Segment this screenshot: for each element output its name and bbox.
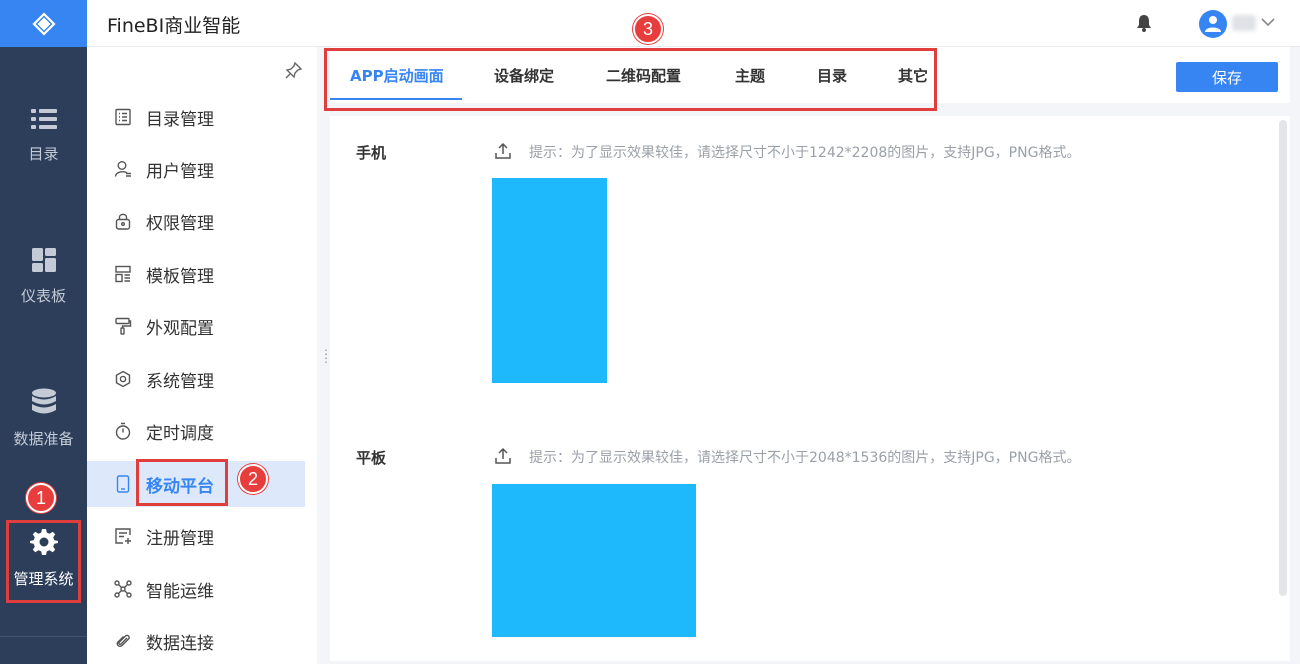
subnav-item-data-connection[interactable]: 数据连接 [87, 618, 305, 664]
list-icon [30, 109, 57, 129]
subnav-item-label: 数据连接 [146, 633, 214, 654]
subnav-item-user-mgmt[interactable]: 用户管理 [87, 146, 305, 192]
app-title: FineBI商业智能 [107, 15, 241, 37]
logo[interactable] [0, 0, 87, 47]
sub-sidebar: 目录管理 用户管理 权限管理 模板管理 外观配置 系统管理 定时调度 移动平台 … [87, 47, 317, 664]
annotation-box-admin [6, 520, 81, 603]
subnav-item-template-mgmt[interactable]: 模板管理 [87, 251, 305, 297]
upload-icon[interactable] [494, 447, 512, 465]
settings-icon [115, 370, 131, 388]
top-header: FineBI商业智能 [87, 0, 1300, 47]
subnav-item-appearance[interactable]: 外观配置 [87, 303, 305, 349]
subnav-item-system-mgmt[interactable]: 系统管理 [87, 356, 305, 402]
username-redacted [1232, 15, 1256, 31]
scrollbar[interactable] [1279, 120, 1287, 596]
phone-splash-preview[interactable] [492, 178, 607, 383]
subnav-item-label: 用户管理 [146, 161, 214, 182]
upload-icon[interactable] [494, 142, 512, 160]
rail-item-label: 数据准备 [13, 430, 74, 448]
annotation-badge-2: 2 [238, 464, 268, 494]
chevron-down-icon[interactable] [1261, 17, 1275, 27]
annotation-box-tabs [324, 48, 937, 111]
subnav-item-label: 外观配置 [146, 318, 214, 339]
tablet-label: 平板 [356, 449, 387, 467]
subnav-item-label: 系统管理 [146, 371, 214, 392]
rail-item-dashboard[interactable]: 仪表板 [0, 247, 87, 306]
subnav-item-label: 注册管理 [146, 528, 214, 549]
rail-item-catalog[interactable]: 目录 [0, 107, 87, 164]
subnav-item-label: 权限管理 [146, 213, 214, 234]
register-icon [115, 528, 131, 544]
catalog-icon [115, 108, 131, 126]
phone-hint: 提示：为了显示效果较佳，请选择尺寸不小于1242*2208的图片，支持JPG，P… [529, 145, 1081, 161]
rail-divider [0, 636, 87, 637]
dashboard-icon [31, 248, 56, 272]
user-icon [114, 161, 131, 177]
save-button[interactable]: 保存 [1176, 62, 1278, 92]
template-icon [115, 265, 131, 283]
content-panel: 手机 提示：为了显示效果较佳，请选择尺寸不小于1242*2208的图片，支持JP… [330, 116, 1290, 661]
mobile-icon [116, 475, 130, 493]
tablet-hint: 提示：为了显示效果较佳，请选择尺寸不小于2048*1536的图片，支持JPG，P… [529, 450, 1081, 466]
subnav-item-label: 模板管理 [146, 266, 214, 287]
annotation-box-mobile [136, 459, 228, 506]
subnav-item-label: 定时调度 [146, 423, 214, 444]
subnav-item-permission-mgmt[interactable]: 权限管理 [87, 198, 305, 244]
annotation-badge-1: 1 [26, 483, 56, 513]
rail-item-label: 仪表板 [20, 287, 66, 305]
subnav-item-catalog-mgmt[interactable]: 目录管理 [87, 94, 305, 140]
rail-item-data-prep[interactable]: 数据准备 [0, 388, 87, 449]
bell-icon[interactable] [1136, 14, 1152, 32]
annotation-badge-3: 3 [633, 14, 663, 44]
subnav-item-smart-ops[interactable]: 智能运维 [87, 566, 305, 612]
paperclip-icon [116, 634, 130, 648]
timer-icon [115, 422, 131, 440]
pin-icon[interactable] [285, 61, 303, 79]
lock-icon [115, 213, 131, 230]
database-icon [31, 388, 56, 414]
rail-item-label: 目录 [28, 145, 59, 163]
tablet-splash-preview[interactable] [492, 484, 696, 637]
network-icon [114, 580, 132, 598]
subnav-item-registration[interactable]: 注册管理 [87, 513, 305, 559]
phone-label: 手机 [356, 144, 387, 162]
avatar[interactable] [1199, 10, 1227, 38]
user-avatar-icon [1205, 16, 1221, 32]
subnav-item-label: 智能运维 [146, 581, 214, 602]
logo-icon [31, 11, 56, 36]
subnav-item-label: 目录管理 [146, 109, 214, 130]
subnav-item-scheduling[interactable]: 定时调度 [87, 408, 305, 454]
paint-roller-icon [115, 317, 132, 335]
